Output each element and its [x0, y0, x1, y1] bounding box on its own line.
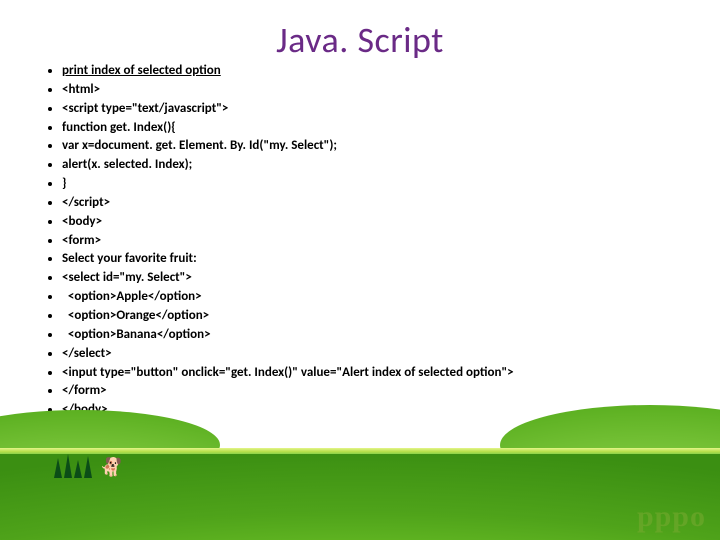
code-line: </form> [62, 382, 680, 401]
tree-icon [54, 458, 62, 478]
code-line: function get. Index(){ [62, 119, 680, 138]
code-text: </select> [62, 346, 112, 361]
slide: Java. Script print index of selected opt… [0, 0, 720, 540]
code-text: print index of selected option [62, 63, 221, 78]
code-line: </script> [62, 194, 680, 213]
dog-icon: 🐕 [100, 456, 122, 478]
code-text: function get. Index(){ [62, 120, 176, 135]
code-text: Select your favorite fruit: [62, 251, 197, 266]
tree-icon [84, 456, 92, 478]
code-line: <select id="my. Select"> [62, 269, 680, 288]
code-line: <input type="button" onclick="get. Index… [62, 364, 680, 383]
code-line: <script type="text/javascript"> [62, 100, 680, 119]
code-text: <option>Orange</option> [62, 308, 209, 323]
code-line: <option>Orange</option> [62, 307, 680, 326]
code-list: print index of selected option <html> <scr… [40, 62, 680, 439]
code-text: <input type="button" onclick="get. Index… [62, 365, 514, 380]
code-line: <option>Banana</option> [62, 326, 680, 345]
code-text: var x=document. get. Element. By. Id("my… [62, 138, 337, 153]
code-text: <form> [62, 233, 101, 248]
code-text: </form> [62, 383, 107, 398]
trees-decoration [54, 454, 92, 478]
code-text: <option>Banana</option> [62, 327, 211, 342]
code-line: <option>Apple</option> [62, 288, 680, 307]
code-text: <option>Apple</option> [62, 289, 202, 304]
code-line: Select your favorite fruit: [62, 250, 680, 269]
code-line: </select> [62, 345, 680, 364]
slide-title: Java. Script [0, 18, 720, 62]
tree-icon [64, 454, 72, 478]
code-text: } [62, 176, 66, 191]
slide-content: print index of selected option <html> <scr… [40, 62, 680, 439]
code-line: var x=document. get. Element. By. Id("my… [62, 137, 680, 156]
code-line: <html> [62, 81, 680, 100]
code-line: } [62, 175, 680, 194]
code-text: <body> [62, 214, 102, 229]
code-text: <script type="text/javascript"> [62, 101, 228, 116]
code-line: <form> [62, 232, 680, 251]
tree-icon [74, 460, 82, 478]
code-text: </script> [62, 195, 110, 210]
code-text: <select id="my. Select"> [62, 270, 192, 285]
code-line: print index of selected option [62, 62, 680, 81]
code-text: <html> [62, 82, 100, 97]
code-line: alert(x. selected. Index); [62, 156, 680, 175]
code-line: <body> [62, 213, 680, 232]
code-text: alert(x. selected. Index); [62, 157, 192, 172]
watermark: pppo [637, 500, 706, 534]
